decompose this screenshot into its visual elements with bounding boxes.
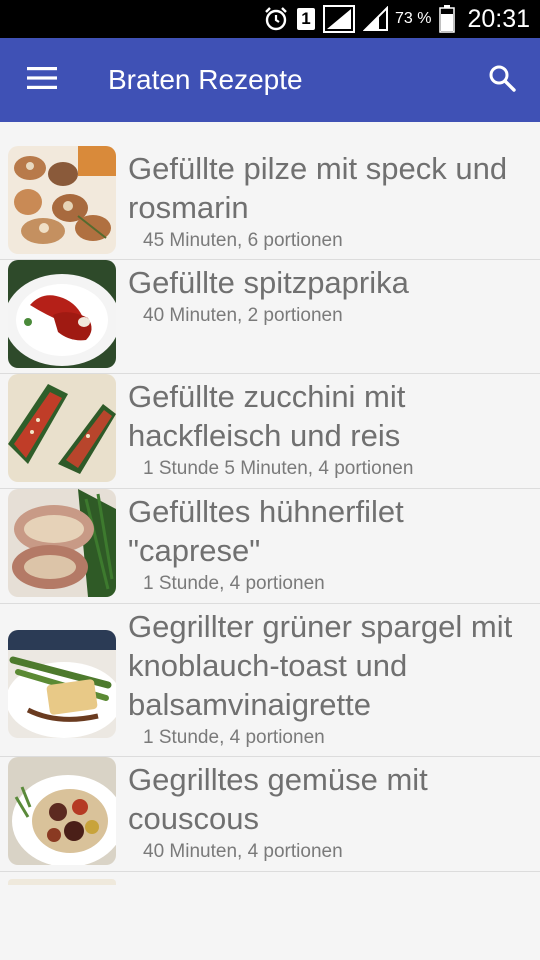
recipe-image xyxy=(8,146,116,254)
page-title: Braten Rezepte xyxy=(108,64,303,95)
recipe-title: Gefüllte zucchini mit hackfleisch und re… xyxy=(128,379,406,453)
recipe-title: Gegrillter grüner spargel mit knoblauch-… xyxy=(128,609,513,722)
list-item[interactable]: Gefüllte spitzpaprika 40 Minuten, 2 port… xyxy=(0,260,540,374)
recipe-title: Gegrilltes gemüse mit couscous xyxy=(128,762,428,836)
recipe-list: Gefüllte pilze mit speck und rosmarin 45… xyxy=(0,146,540,872)
recipe-image xyxy=(8,260,116,368)
alarm-icon xyxy=(263,6,289,32)
recipe-meta: 1 Stunde 5 Minuten, 4 portionen xyxy=(143,458,414,479)
recipe-title: Gefüllte spitzpaprika xyxy=(128,265,409,300)
battery-percent: 73 % xyxy=(394,10,432,27)
list-item[interactable]: Gegrillter grüner spargel mit knoblauch-… xyxy=(0,604,540,757)
recipe-title: Gefüllte pilze mit speck und rosmarin xyxy=(128,151,508,225)
app-bar: Braten Rezepte xyxy=(0,38,540,122)
recipe-image xyxy=(8,630,116,738)
recipe-image xyxy=(8,757,116,865)
clock: 20:31 xyxy=(467,4,530,33)
status-bar: 1 73 % 20:31 xyxy=(0,0,540,38)
list-item[interactable]: Gefülltes hühnerfilet "caprese" 1 Stunde… xyxy=(0,489,540,604)
list-item-partial xyxy=(8,879,116,885)
hamburger-menu-icon xyxy=(27,66,57,94)
recipe-title: Gefülltes hühnerfilet "caprese" xyxy=(128,494,404,568)
menu-button[interactable] xyxy=(0,38,84,122)
recipe-meta: 1 Stunde, 4 portionen xyxy=(143,573,325,594)
signal-icon xyxy=(362,6,389,32)
list-item[interactable]: Gefüllte zucchini mit hackfleisch und re… xyxy=(0,374,540,489)
recipe-meta: 40 Minuten, 4 portionen xyxy=(143,841,343,862)
battery-icon xyxy=(439,5,456,33)
recipe-meta: 1 Stunde, 4 portionen xyxy=(143,727,325,748)
recipe-image xyxy=(8,489,116,597)
recipe-image xyxy=(8,374,116,482)
list-item[interactable]: Gegrilltes gemüse mit couscous 40 Minute… xyxy=(0,757,540,872)
list-item[interactable]: Gefüllte pilze mit speck und rosmarin 45… xyxy=(0,146,540,260)
search-icon xyxy=(488,64,516,97)
sim-icon: 1 xyxy=(296,8,315,30)
recipe-meta: 45 Minuten, 6 portionen xyxy=(143,230,343,251)
signal-icon xyxy=(322,5,355,33)
recipe-meta: 40 Minuten, 2 portionen xyxy=(143,305,343,326)
search-button[interactable] xyxy=(464,38,540,122)
